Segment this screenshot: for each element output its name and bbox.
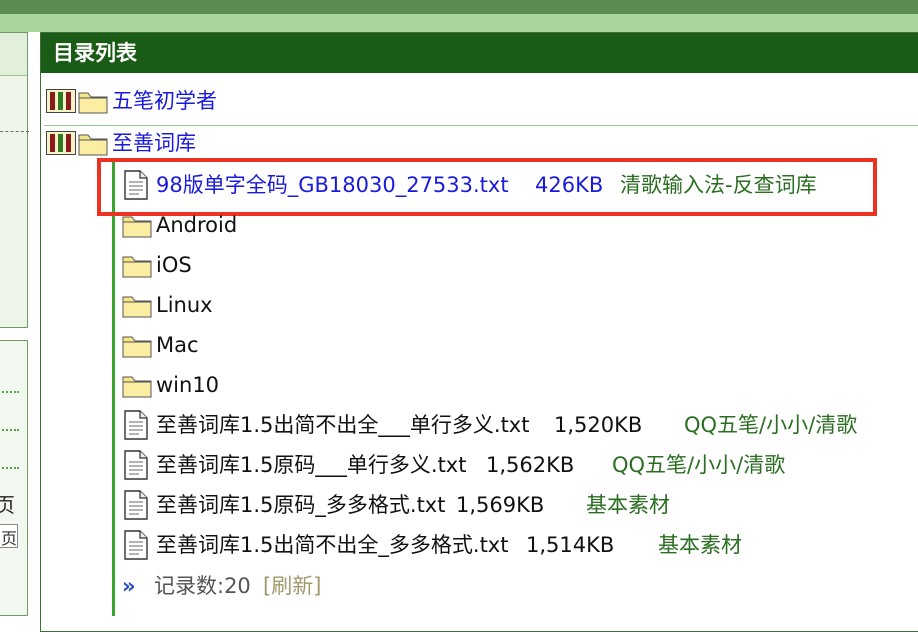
folder-icon bbox=[78, 134, 108, 156]
subfolder-label[interactable]: Android bbox=[156, 210, 237, 240]
text-file-icon bbox=[124, 450, 148, 480]
left-panel-header bbox=[0, 33, 27, 76]
file-tag: QQ五笔/小小/清歌 bbox=[684, 413, 858, 437]
subfolder-label[interactable]: win10 bbox=[156, 370, 219, 400]
tree-branch-line bbox=[112, 160, 115, 616]
double-arrow-icon: » bbox=[122, 574, 136, 598]
dotted-divider bbox=[0, 391, 19, 393]
subfolder-label[interactable]: iOS bbox=[156, 250, 192, 280]
dotted-divider bbox=[0, 467, 19, 469]
text-file-icon bbox=[124, 530, 148, 560]
dashed-divider bbox=[0, 131, 29, 132]
folder-icon bbox=[78, 92, 108, 114]
file-name-link[interactable]: 至善词库1.5原码_多多格式.txt bbox=[156, 490, 445, 520]
dotted-divider bbox=[0, 429, 19, 431]
subfolder-label[interactable]: Linux bbox=[156, 290, 213, 320]
file-name-link[interactable]: 至善词库1.5出简不出全___单行多义.txt bbox=[156, 410, 529, 440]
folder-icon bbox=[122, 376, 152, 398]
green-band bbox=[0, 14, 918, 32]
folder-icon bbox=[122, 336, 152, 358]
text-file-icon bbox=[124, 490, 148, 520]
file-size: 1,520KB bbox=[554, 413, 643, 437]
subfolder-label[interactable]: Mac bbox=[156, 330, 199, 360]
text-file-icon bbox=[124, 410, 148, 440]
folder-icon bbox=[122, 296, 152, 318]
panel-title: 目录列表 bbox=[41, 33, 918, 73]
file-name-link[interactable]: 至善词库1.5原码___单行多义.txt bbox=[156, 450, 466, 480]
file-tag: QQ五笔/小小/清歌 bbox=[612, 453, 786, 477]
page-label: 页 bbox=[0, 493, 15, 517]
page-input-box[interactable]: 页 bbox=[0, 524, 18, 548]
expand-bars-icon[interactable] bbox=[46, 89, 76, 113]
file-tag: 基本素材 bbox=[658, 533, 742, 557]
record-count: 记录数:20 bbox=[154, 574, 251, 598]
folder-label[interactable]: 五笔初学者 bbox=[112, 86, 217, 116]
file-name-link[interactable]: 至善词库1.5出简不出全_多多格式.txt bbox=[156, 530, 508, 560]
file-tag: 基本素材 bbox=[586, 493, 670, 517]
file-size: 1,569KB bbox=[456, 493, 545, 517]
file-size: 1,562KB bbox=[486, 453, 575, 477]
left-panel-bottom: 页 bbox=[0, 340, 28, 616]
folder-label[interactable]: 至善词库 bbox=[112, 128, 196, 158]
refresh-link[interactable]: [刷新] bbox=[263, 571, 321, 601]
top-bar bbox=[0, 0, 918, 14]
left-panel-top bbox=[0, 32, 29, 328]
row-divider bbox=[44, 125, 918, 126]
highlight-box bbox=[97, 158, 877, 216]
folder-icon bbox=[122, 256, 152, 278]
file-size: 1,514KB bbox=[526, 533, 615, 557]
folder-icon bbox=[122, 216, 152, 238]
expand-bars-icon[interactable] bbox=[46, 131, 76, 155]
